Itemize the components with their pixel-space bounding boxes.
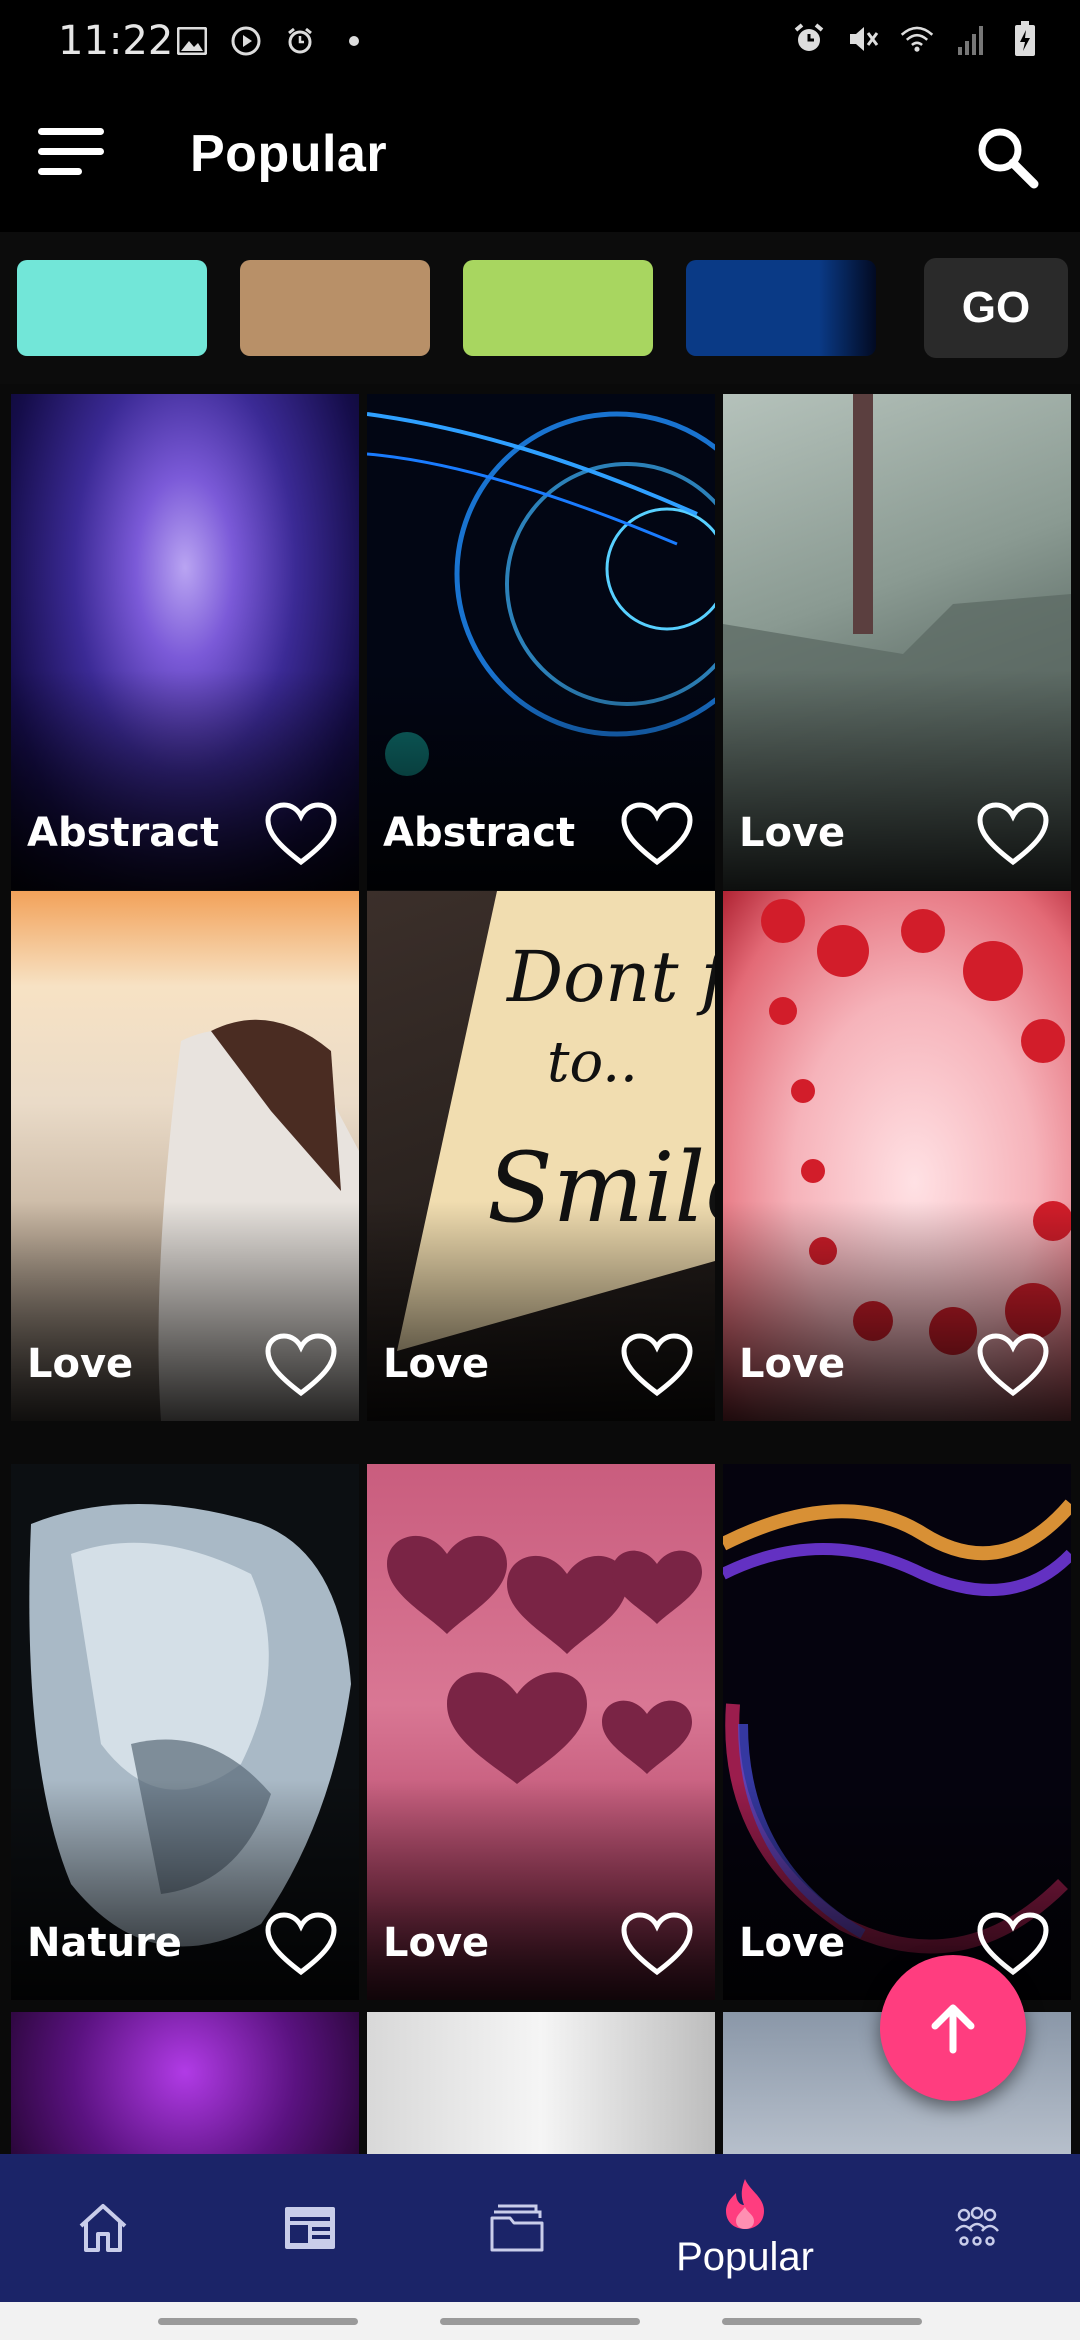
heart-icon[interactable] <box>265 802 337 866</box>
gallery-icon <box>175 24 209 58</box>
category-label: Love <box>739 1341 846 1387</box>
mute-icon <box>846 22 880 56</box>
community-icon <box>955 2206 999 2246</box>
wallpaper-card[interactable]: Dont f to.. Smile Love <box>367 891 715 1421</box>
nav-community[interactable] <box>902 2154 1052 2302</box>
wallpaper-card[interactable] <box>11 2012 359 2154</box>
wallpaper-grid: Abstract Abstract Love Love Dont f to.. … <box>0 384 1080 2154</box>
wallpaper-thumbnail <box>11 2012 359 2154</box>
wallpaper-card[interactable]: Abstract <box>367 394 715 890</box>
status-time: 11:22 <box>58 18 174 64</box>
dot-icon <box>337 24 371 58</box>
folder-icon <box>490 2204 544 2252</box>
app-bar: Popular <box>0 84 1080 232</box>
svg-text:Dont f: Dont f <box>505 936 715 1018</box>
bottom-navigation: Popular <box>0 2154 1080 2302</box>
category-label: Abstract <box>383 810 576 856</box>
arrow-up-icon <box>931 2004 975 2054</box>
wallpaper-card[interactable]: Love <box>367 1464 715 2000</box>
menu-icon[interactable] <box>38 128 108 188</box>
heart-icon[interactable] <box>621 1333 693 1397</box>
color-chip-navy[interactable] <box>686 260 876 356</box>
nav-wallpapers[interactable] <box>235 2154 385 2302</box>
go-button[interactable]: GO <box>924 258 1068 358</box>
color-chip-teal[interactable] <box>17 260 207 356</box>
category-label: Nature <box>27 1920 182 1966</box>
wallpaper-card[interactable]: Abstract <box>11 394 359 890</box>
wallpaper-thumbnail <box>367 2012 715 2154</box>
nav-popular-label: Popular <box>676 2234 814 2279</box>
gesture-home[interactable] <box>440 2318 640 2325</box>
system-gesture-bar <box>0 2302 1080 2340</box>
status-bar: 11:22 <box>0 0 1080 84</box>
wallpaper-card[interactable]: Love <box>11 891 359 1421</box>
category-label: Love <box>383 1920 490 1966</box>
nav-home[interactable] <box>28 2154 178 2302</box>
heart-icon[interactable] <box>621 802 693 866</box>
category-label: Love <box>27 1341 134 1387</box>
color-chip-green[interactable] <box>463 260 653 356</box>
wallpaper-card[interactable] <box>367 2012 715 2154</box>
color-filter-bar: GO <box>0 232 1080 384</box>
search-icon[interactable] <box>972 122 1042 192</box>
wallpaper-card[interactable]: Love <box>723 394 1071 890</box>
alarm-icon <box>792 22 826 56</box>
category-label: Abstract <box>27 810 220 856</box>
wallpaper-card[interactable]: Love <box>723 891 1071 1421</box>
svg-text:to..: to.. <box>547 1030 638 1095</box>
wallpaper-card[interactable]: Nature <box>11 1464 359 2000</box>
heart-icon[interactable] <box>265 1333 337 1397</box>
scroll-to-top-button[interactable] <box>880 1955 1026 2101</box>
alarm-icon <box>283 24 317 58</box>
nav-folders[interactable] <box>442 2154 592 2302</box>
nav-popular[interactable]: Popular <box>670 2154 820 2302</box>
signal-icon <box>954 22 988 56</box>
category-label: Love <box>739 810 846 856</box>
category-label: Love <box>739 1920 846 1966</box>
heart-icon[interactable] <box>977 1333 1049 1397</box>
heart-icon[interactable] <box>977 802 1049 866</box>
media-play-icon <box>229 24 263 58</box>
wifi-icon <box>900 22 934 56</box>
battery-icon <box>1008 21 1042 56</box>
gesture-back[interactable] <box>722 2318 922 2325</box>
heart-icon[interactable] <box>265 1912 337 1976</box>
fire-icon <box>726 2178 764 2229</box>
wallpaper-card[interactable]: Love <box>723 1464 1071 2000</box>
heart-icon[interactable] <box>621 1912 693 1976</box>
gesture-recent[interactable] <box>158 2318 358 2325</box>
category-label: Love <box>383 1341 490 1387</box>
wallpaper-icon <box>285 2207 335 2249</box>
home-icon <box>79 2204 127 2252</box>
page-title: Popular <box>190 125 388 183</box>
color-chip-tan[interactable] <box>240 260 430 356</box>
